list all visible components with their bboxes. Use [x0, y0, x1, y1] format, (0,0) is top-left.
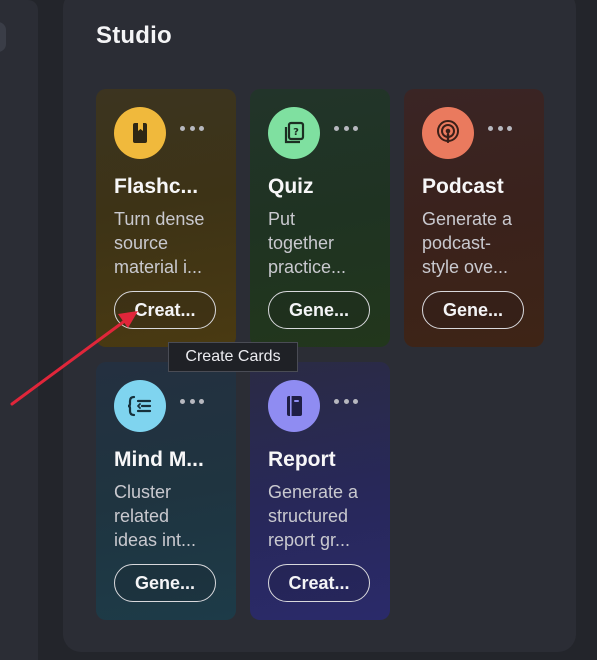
quiz-card[interactable]: ? Quiz Put together practice... Gene... — [250, 89, 390, 347]
flashcards-card[interactable]: Flashc... Turn dense source material i..… — [96, 89, 236, 347]
quiz-icon: ? — [268, 107, 320, 159]
card-description: Generate a podcast- style ove... — [422, 209, 513, 277]
podcast-card[interactable]: Podcast Generate a podcast- style ove...… — [404, 89, 544, 347]
report-icon — [268, 380, 320, 432]
card-description: Put together practice... — [268, 209, 347, 277]
more-options-icon[interactable] — [180, 123, 204, 133]
mind-map-icon — [114, 380, 166, 432]
generate-podcast-button[interactable]: Gene... — [422, 291, 524, 329]
report-card[interactable]: Report Generate a structured report gr..… — [250, 362, 390, 620]
studio-title: Studio — [96, 22, 172, 49]
create-cards-tooltip: Create Cards — [168, 342, 298, 372]
more-options-icon[interactable] — [334, 396, 358, 406]
left-panel — [0, 0, 38, 660]
flashcards-icon — [114, 107, 166, 159]
card-description: Turn dense source material i... — [114, 209, 205, 277]
more-options-icon[interactable] — [334, 123, 358, 133]
card-title: Report — [268, 448, 336, 471]
generate-mind-map-button[interactable]: Gene... — [114, 564, 216, 602]
card-description: Generate a structured report gr... — [268, 482, 359, 550]
card-title: Flashc... — [114, 175, 199, 198]
card-title: Quiz — [268, 175, 314, 198]
podcast-icon — [422, 107, 474, 159]
svg-text:?: ? — [293, 127, 299, 138]
more-options-icon[interactable] — [488, 123, 512, 133]
card-description: Cluster related ideas int... — [114, 482, 197, 550]
card-title: Mind M... — [114, 448, 204, 471]
more-options-icon[interactable] — [180, 396, 204, 406]
create-report-button[interactable]: Creat... — [268, 564, 370, 602]
generate-quiz-button[interactable]: Gene... — [268, 291, 370, 329]
create-cards-button[interactable]: Creat... — [114, 291, 216, 329]
left-panel-tab[interactable] — [0, 22, 6, 52]
mind-map-card[interactable]: Mind M... Cluster related ideas int... G… — [96, 362, 236, 620]
card-title: Podcast — [422, 175, 504, 198]
